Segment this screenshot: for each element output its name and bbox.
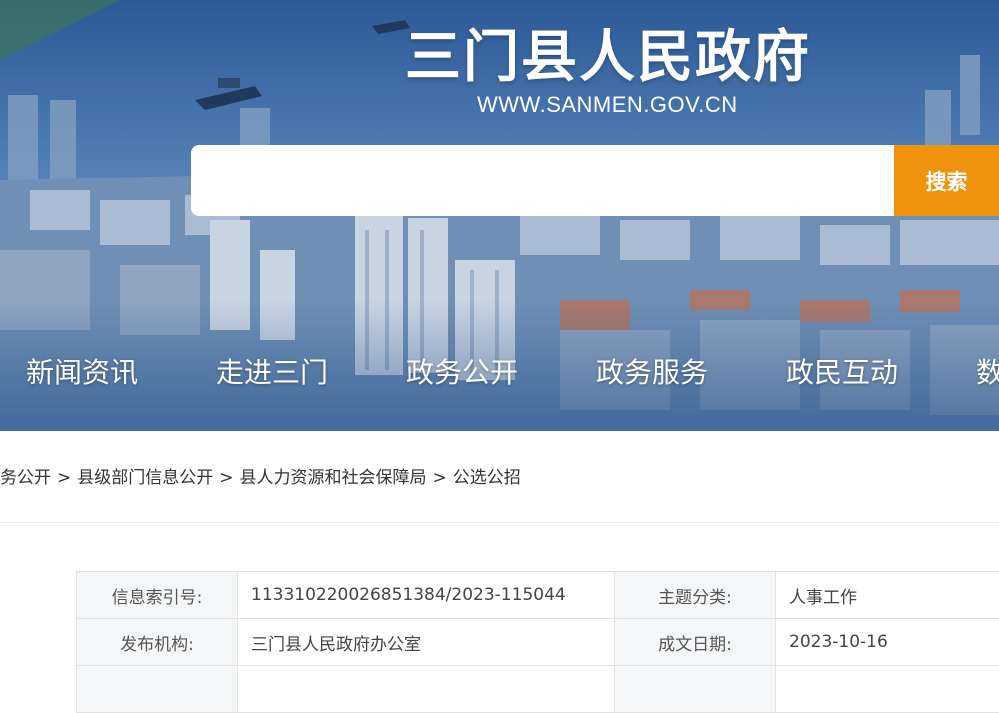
main-nav: 新闻资讯 走进三门 政务公开 政务服务 政民互动 数 [0,351,999,397]
table-row [77,666,999,713]
breadcrumb-separator: > [219,468,233,488]
nav-item-gov-services[interactable]: 政务服务 [596,351,708,391]
nav-item-about-sanmen[interactable]: 走进三门 [216,351,328,391]
nav-item-interaction[interactable]: 政民互动 [786,351,898,391]
search-input[interactable] [191,145,894,216]
nav-item-news[interactable]: 新闻资讯 [26,351,138,391]
divider [0,522,999,523]
breadcrumb-item-public-recruitment[interactable]: 公选公招 [453,468,521,488]
document-date-value: 2023-10-16 [776,619,999,666]
site-url: WWW.SANMEN.GOV.CN [477,92,738,118]
index-number-value: 11331022002685138‌4/2023-115044 [238,572,615,619]
publisher-label: 发布机构: [77,619,238,666]
breadcrumb-item-county-depts[interactable]: 县级部门信息公开 [77,468,213,488]
breadcrumb-separator: > [433,468,447,488]
table-row: 发布机构: 三门县人民政府办公室 成文日期: 2023-10-16 [77,619,999,666]
nav-item-data[interactable]: 数 [976,351,999,391]
breadcrumb-item-hr-bureau[interactable]: 县人力资源和社会保障局 [240,468,427,488]
topic-category-value: 人事工作 [776,572,999,619]
topic-category-label: 主题分类: [615,572,776,619]
document-date-label: 成文日期: [615,619,776,666]
search-button[interactable]: 搜索 [894,145,999,216]
site-title: 三门县人民政府 [405,12,811,93]
header-banner: 三门县人民政府 WWW.SANMEN.GOV.CN 搜索 新闻资讯 走进三门 政… [0,0,999,431]
publisher-value: 三门县人民政府办公室 [238,619,615,666]
nav-item-gov-affairs-open[interactable]: 政务公开 [406,351,518,391]
breadcrumb-separator: > [57,468,71,488]
breadcrumb-item-gov-affairs[interactable]: 务公开 [0,468,51,488]
index-number-label: 信息索引号: [77,572,238,619]
table-row: 信息索引号: 11331022002685138‌4/2023-115044 主… [77,572,999,619]
table-cell [77,666,238,713]
table-cell [615,666,776,713]
table-cell [776,666,999,713]
info-meta-table: 信息索引号: 11331022002685138‌4/2023-115044 主… [76,571,999,713]
breadcrumb: 务公开 > 县级部门信息公开 > 县人力资源和社会保障局 > 公选公招 [0,463,521,491]
table-cell [238,666,615,713]
